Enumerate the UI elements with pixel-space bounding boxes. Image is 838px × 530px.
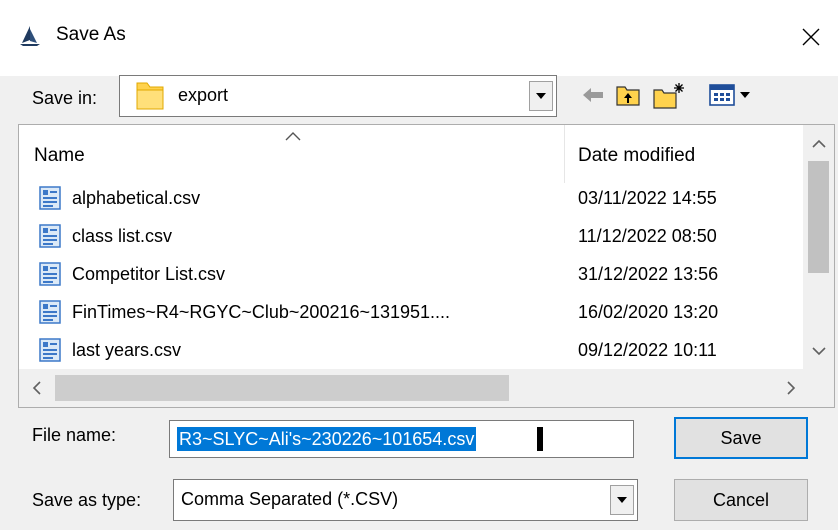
save-button[interactable]: Save — [674, 417, 808, 459]
up-folder-button[interactable] — [612, 80, 644, 110]
vertical-scroll-thumb[interactable] — [808, 161, 829, 273]
file-name: alphabetical.csv — [72, 188, 201, 208]
close-button[interactable] — [790, 16, 832, 58]
file-name-input[interactable]: R3~SLYC~Ali's~230226~101654.csv — [169, 420, 634, 458]
file-date: 09/12/2022 10:11 — [578, 340, 717, 360]
file-row[interactable]: alphabetical.csv 03/11/2022 14:55 — [19, 180, 803, 218]
new-folder-button[interactable] — [650, 80, 688, 112]
sort-ascending-icon — [285, 125, 301, 147]
save-as-type-value: Comma Separated (*.CSV) — [181, 489, 399, 509]
horizontal-scroll-thumb[interactable] — [55, 375, 509, 401]
new-folder-icon — [653, 83, 684, 109]
file-name-label: File name: — [32, 425, 117, 445]
file-name-value: R3~SLYC~Ali's~230226~101654.csv — [177, 427, 477, 451]
scroll-left-icon[interactable] — [19, 369, 53, 407]
column-header-date-modified[interactable]: Date modified — [567, 125, 803, 183]
file-name: last years.csv — [72, 340, 182, 360]
scroll-down-icon[interactable] — [803, 333, 834, 369]
csv-file-icon — [39, 338, 61, 367]
file-row[interactable]: Competitor List.csv 31/12/2022 13:56 — [19, 256, 803, 294]
vertical-scrollbar[interactable] — [803, 125, 834, 369]
scroll-right-icon[interactable] — [774, 369, 808, 407]
window-title: Save As — [56, 24, 126, 45]
title-bar: Save As — [0, 0, 838, 76]
text-cursor — [537, 427, 543, 451]
file-name: Competitor List.csv — [72, 264, 226, 284]
sailboat-icon — [19, 25, 41, 47]
save-as-type-label: Save as type: — [32, 490, 142, 510]
save-as-type-dropdown[interactable]: Comma Separated (*.CSV) — [173, 479, 638, 521]
save-in-value: export — [178, 85, 229, 105]
save-in-label: Save in: — [32, 88, 98, 108]
chevron-down-icon[interactable] — [529, 81, 553, 111]
file-list[interactable]: Name Date modified alphabetical.csv 03/1… — [18, 124, 835, 408]
csv-file-icon — [39, 262, 61, 291]
scroll-up-icon[interactable] — [803, 125, 834, 161]
save-in-dropdown[interactable]: export — [119, 75, 557, 117]
view-menu-icon — [709, 84, 750, 106]
view-menu-button[interactable] — [706, 80, 764, 110]
file-row[interactable]: class list.csv 11/12/2022 08:50 — [19, 218, 803, 256]
file-row[interactable]: FinTimes~R4~RGYC~Club~200216~131951.... … — [19, 294, 803, 332]
file-date: 03/11/2022 14:55 — [578, 188, 717, 208]
csv-file-icon — [39, 224, 61, 253]
back-button[interactable] — [578, 80, 608, 110]
chevron-down-icon[interactable] — [610, 485, 634, 515]
file-date: 16/02/2020 13:20 — [578, 302, 719, 322]
close-icon — [802, 28, 820, 46]
up-folder-icon — [616, 86, 640, 106]
horizontal-scrollbar[interactable] — [19, 369, 834, 407]
column-header-name[interactable]: Name — [19, 125, 565, 183]
file-row[interactable]: last years.csv 09/12/2022 10:11 — [19, 332, 803, 370]
cancel-button[interactable]: Cancel — [674, 479, 808, 521]
folder-icon — [134, 80, 166, 117]
csv-file-icon — [39, 300, 61, 329]
file-name: class list.csv — [72, 226, 173, 246]
file-name: FinTimes~R4~RGYC~Club~200216~131951.... — [72, 302, 451, 322]
file-date: 11/12/2022 08:50 — [578, 226, 717, 246]
back-arrow-icon — [583, 88, 603, 102]
scrollbar-corner — [807, 369, 834, 407]
csv-file-icon — [39, 186, 61, 215]
file-date: 31/12/2022 13:56 — [578, 264, 719, 284]
